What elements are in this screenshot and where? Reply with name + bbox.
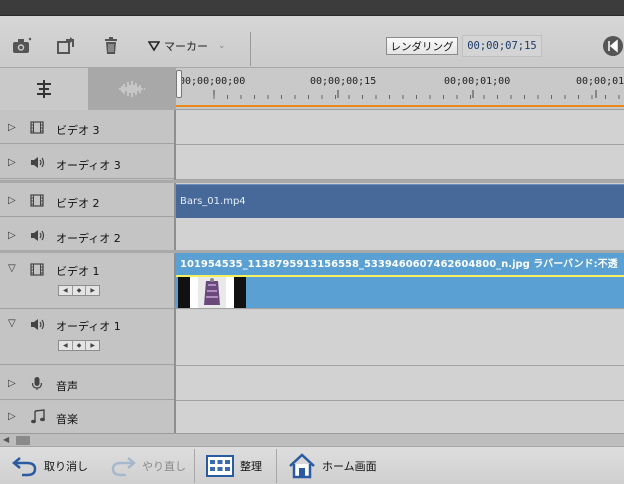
track-header-narration[interactable]: ▷ 音声 [0,366,174,400]
expand-arrow-icon[interactable]: ▷ [8,230,16,241]
lane-audio-3[interactable] [176,145,624,180]
prev-keyframe-icon[interactable]: ◀ [59,341,73,350]
tab-track-view[interactable] [0,68,88,110]
film-icon [30,121,44,137]
microphone-icon [30,376,44,394]
keyframe-controls[interactable]: ◀ ◆ ▶ [58,340,100,351]
current-timecode[interactable]: 00;00;07;15 [462,35,542,57]
lane-audio-2[interactable] [176,218,624,253]
track-header-music[interactable]: ▷ 音楽 [0,401,174,433]
next-keyframe-icon[interactable]: ▶ [86,341,99,350]
film-icon [30,194,44,210]
home-screen-button[interactable]: ホーム画面 [288,453,377,479]
ruler-timecode: 00;00;01;00 [444,76,511,87]
bottom-divider [194,449,195,483]
sidebar-toggle-icon[interactable] [603,36,623,56]
bottom-action-bar: 取り消し やり直し 整理 ホーム画面 [0,446,624,484]
track-name: 音声 [56,380,78,393]
track-name: ビデオ 1 [56,265,100,278]
rotate-icon[interactable] [56,36,78,56]
add-camera-icon[interactable] [12,36,34,56]
ruler-timecode: 00;00;01; [576,76,624,87]
scroll-left-icon[interactable]: ◀ [3,435,9,444]
track-name: オーディオ 3 [56,159,121,172]
speaker-icon [30,156,46,172]
lane-audio-1[interactable] [176,310,624,366]
collapse-arrow-icon[interactable]: ▽ [8,318,16,329]
chevron-down-icon: ⌄ [218,41,226,51]
home-icon [289,453,315,479]
collapse-arrow-icon[interactable]: ▽ [8,263,16,274]
speaker-icon [30,229,46,245]
time-ruler[interactable]: 00;00;00;00 00;00;00;15 00;00;01;00 00;0… [176,68,624,110]
expand-arrow-icon[interactable]: ▷ [8,378,16,389]
track-headers: ▷ ビデオ 3 ▷ オーディオ 3 ▷ ビデオ 2 ▷ オーディオ 2 ▽ ビデ… [0,110,176,433]
track-name: オーディオ 1 [56,320,121,333]
timeline-toolbar: マーカー ⌄ レンダリング 00;00;07;15 [0,16,624,68]
keyframe-controls[interactable]: ◀ ◆ ▶ [58,285,100,296]
ruler-timecode: 00;00;00;15 [310,76,377,87]
track-name: オーディオ 2 [56,232,121,245]
next-keyframe-icon[interactable]: ▶ [86,286,99,295]
undo-label: 取り消し [44,460,88,473]
music-note-icon [30,409,46,427]
ruler-ticks [213,90,620,99]
add-keyframe-icon[interactable]: ◆ [73,341,87,350]
undo-button[interactable]: 取り消し [12,453,88,479]
lane-narration[interactable] [176,366,624,401]
organize-grid-icon [206,455,234,477]
track-name: ビデオ 3 [56,124,100,137]
marker-label: マーカー [164,40,208,53]
playhead-handle[interactable] [176,70,182,98]
photo-clip[interactable]: 101954535_1138795913156558_5339460607462… [176,252,624,308]
clip-label: 101954535_1138795913156558_5339460607462… [180,259,618,270]
video-clip-bars[interactable]: Bars_01.mp4 [176,184,624,218]
redo-icon [111,457,136,477]
add-keyframe-icon[interactable]: ◆ [73,286,87,295]
expand-arrow-icon[interactable]: ▷ [8,411,16,422]
track-group-divider [0,250,624,253]
track-header-audio-3[interactable]: ▷ オーディオ 3 [0,145,174,179]
tab-audio-view[interactable] [88,68,176,110]
clip-thumbnail [178,277,246,308]
expand-arrow-icon[interactable]: ▷ [8,122,16,133]
track-header-video-1[interactable]: ▽ ビデオ 1 ◀ ◆ ▶ [0,255,174,309]
track-header-video-2[interactable]: ▷ ビデオ 2 [0,183,174,217]
prev-keyframe-icon[interactable]: ◀ [59,286,73,295]
expand-arrow-icon[interactable]: ▷ [8,195,16,206]
window-top-strip [0,0,624,16]
film-icon [30,263,44,279]
organize-label: 整理 [240,460,262,473]
bottom-divider [276,449,277,483]
lane-video-3[interactable] [176,110,624,145]
waveform-icon [119,81,145,97]
expand-arrow-icon[interactable]: ▷ [8,157,16,168]
organize-button[interactable]: 整理 [206,453,262,479]
home-label: ホーム画面 [322,460,377,473]
marker-menu-button[interactable]: マーカー ⌄ [148,37,226,55]
lane-music[interactable] [176,401,624,433]
track-name: ビデオ 2 [56,197,100,210]
undo-icon [12,457,37,477]
track-list-icon [37,80,51,98]
speaker-icon [30,318,46,334]
marker-icon [148,41,160,52]
track-name: 音楽 [56,413,78,426]
render-button[interactable]: レンダリング [386,37,458,55]
scrollbar-thumb[interactable] [16,436,30,445]
toolbar-divider [250,32,251,66]
clip-label: Bars_01.mp4 [180,196,246,207]
redo-button[interactable]: やり直し [110,453,186,479]
timeline-lanes[interactable]: Bars_01.mp4 101954535_1138795913156558_5… [176,110,624,433]
redo-label: やり直し [142,460,186,473]
horizontal-scrollbar[interactable]: ◀ [0,433,624,446]
work-area-bar[interactable] [176,105,624,107]
track-group-divider [0,180,624,183]
trash-icon[interactable] [100,36,122,56]
track-header-audio-2[interactable]: ▷ オーディオ 2 [0,218,174,252]
timeline-view-tabs [0,68,176,110]
ruler-timecode: 00;00;00;00 [179,76,246,87]
track-header-video-3[interactable]: ▷ ビデオ 3 [0,110,174,144]
track-header-audio-1[interactable]: ▽ オーディオ 1 ◀ ◆ ▶ [0,310,174,365]
